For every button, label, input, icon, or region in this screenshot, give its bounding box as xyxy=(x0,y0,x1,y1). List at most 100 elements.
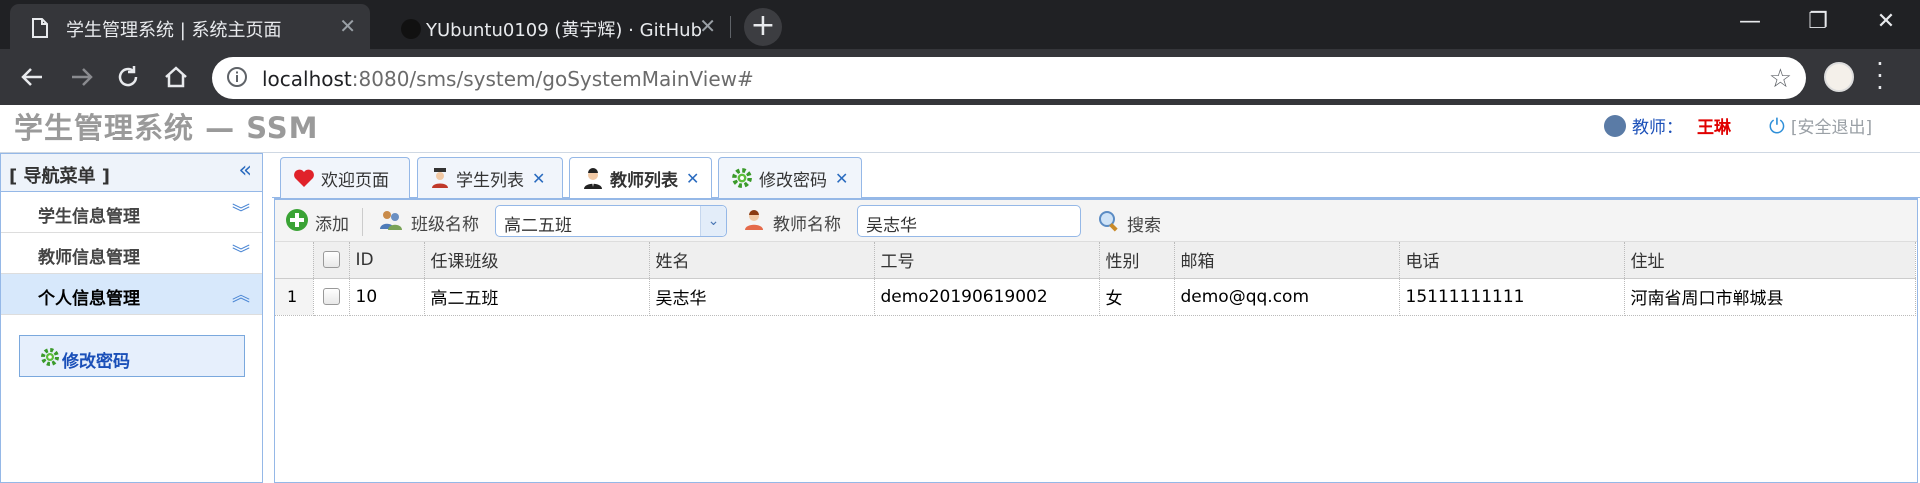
add-icon xyxy=(285,208,309,237)
column-header-job-no[interactable]: 工号 xyxy=(874,242,1100,279)
cell-class: 高二五班 xyxy=(424,278,650,316)
user-icon xyxy=(1604,114,1626,137)
row-checkbox-cell xyxy=(313,278,350,316)
tab-label: 欢迎页面 xyxy=(321,170,389,191)
user-area: 教师： 王琳 ⏻ [安全退出] xyxy=(1604,113,1872,138)
search-button[interactable]: 搜索 xyxy=(1097,209,1161,238)
home-button[interactable] xyxy=(160,61,192,93)
table-row[interactable]: 1 10 高二五班 吴志华 demo20190619002 女 demo@qq.… xyxy=(275,278,1916,316)
browser-tab-strip: 学生管理系统 | 系统主页面 ✕ YUbuntu0109 (黄宇辉) · Git… xyxy=(0,0,1920,49)
app-header: 学生管理系统 — SSM 教师： 王琳 ⏻ [安全退出] xyxy=(0,105,1920,153)
column-header-email[interactable]: 邮箱 xyxy=(1174,242,1400,279)
new-tab-button[interactable]: + xyxy=(744,8,782,46)
column-header-name[interactable]: 姓名 xyxy=(649,242,875,279)
close-icon[interactable]: ✕ xyxy=(532,169,545,188)
app-title: 学生管理系统 — SSM xyxy=(14,111,319,145)
column-header-id[interactable]: ID xyxy=(349,242,425,279)
sidebar-item-label: 学生信息管理 xyxy=(38,207,140,227)
sidebar-item-label: 教师信息管理 xyxy=(38,248,140,268)
column-header-class[interactable]: 任课班级 xyxy=(424,242,650,279)
profile-avatar[interactable] xyxy=(1824,62,1854,92)
sidebar-subitem-label: 修改密码 xyxy=(62,352,130,372)
logout-label: [安全退出] xyxy=(1790,118,1873,138)
select-all-checkbox-cell xyxy=(313,242,350,279)
window-close-button[interactable]: ✕ xyxy=(1852,0,1920,44)
teacher-datagrid: 添加 班级名称 高二五班 ⌄ 教师名称 吴志华 搜索 ID 任课班级 姓名 工号… xyxy=(274,198,1918,483)
cell-phone: 15111111111 xyxy=(1399,278,1625,316)
browser-tab-title: YUbuntu0109 (黄宇辉) · GitHub xyxy=(426,20,702,41)
chevron-double-up-icon: ︽ xyxy=(232,285,250,306)
restore-button[interactable]: ❐ xyxy=(1784,0,1852,44)
cell-address: 河南省周口市郸城县 xyxy=(1624,278,1916,316)
teacher-name-value: 吴志华 xyxy=(866,216,917,236)
tab-separator xyxy=(730,16,731,38)
close-icon[interactable]: ✕ xyxy=(699,14,716,38)
gear-icon xyxy=(731,167,753,189)
gear-icon xyxy=(40,347,60,371)
tab-label: 修改密码 xyxy=(759,170,827,191)
tab-label: 教师列表 xyxy=(610,171,678,191)
cell-name: 吴志华 xyxy=(649,278,875,316)
sidebar-item-student-info[interactable]: 学生信息管理 ︾ xyxy=(1,192,262,233)
sidebar-header: [ 导航菜单 ] « xyxy=(1,154,262,192)
row-checkbox[interactable] xyxy=(322,288,340,305)
browser-tab-active[interactable]: 学生管理系统 | 系统主页面 ✕ xyxy=(10,4,370,49)
logout-link[interactable]: ⏻ [安全退出] xyxy=(1769,113,1873,139)
select-all-checkbox[interactable] xyxy=(322,251,340,269)
add-label: 添加 xyxy=(315,215,349,235)
sidebar-item-teacher-info[interactable]: 教师信息管理 ︾ xyxy=(1,233,262,274)
browser-tab-title: 学生管理系统 | 系统主页面 xyxy=(66,20,282,41)
teacher-icon xyxy=(582,167,604,190)
browser-tab-github[interactable]: YUbuntu0109 (黄宇辉) · GitHub ✕ xyxy=(378,4,730,49)
close-icon[interactable]: ✕ xyxy=(339,14,356,38)
minimize-button[interactable]: — xyxy=(1716,0,1784,44)
github-icon xyxy=(400,18,422,44)
class-select-value: 高二五班 xyxy=(504,216,572,236)
tab-teacher-list[interactable]: 教师列表 ✕ xyxy=(569,157,712,199)
back-button[interactable] xyxy=(16,61,48,93)
group-icon xyxy=(379,209,403,236)
teacher-user-icon xyxy=(743,209,765,236)
url-text: localhost:8080/sms/system/goSystemMainVi… xyxy=(262,67,754,91)
nav-sidebar: [ 导航菜单 ] « 学生信息管理 ︾ 教师信息管理 ︾ 个人信息管理 ︽ 修改… xyxy=(0,153,263,483)
reload-button[interactable] xyxy=(112,61,144,93)
main-panel: 欢迎页面 学生列表 ✕ 教师列表 ✕ 修改密码 ✕ 添加 班级名称 高二五班 ⌄… xyxy=(272,153,1920,483)
page-icon xyxy=(32,18,48,42)
sidebar-item-label: 个人信息管理 xyxy=(38,289,140,309)
class-select[interactable]: 高二五班 ⌄ xyxy=(495,205,727,237)
table-header-row: ID 任课班级 姓名 工号 性别 邮箱 电话 住址 xyxy=(275,242,1916,279)
power-icon: ⏻ xyxy=(1769,113,1785,138)
close-icon[interactable]: ✕ xyxy=(686,169,699,188)
forward-button[interactable] xyxy=(66,61,98,93)
home-icon xyxy=(165,66,187,88)
menu-kebab-icon[interactable]: · · · xyxy=(1874,52,1886,100)
chevron-double-down-icon: ︾ xyxy=(232,203,250,224)
browser-toolbar: localhost:8080/sms/system/goSystemMainVi… xyxy=(0,49,1920,105)
info-icon[interactable] xyxy=(226,66,248,92)
teacher-name-label: 教师名称 xyxy=(743,209,841,236)
add-button[interactable]: 添加 xyxy=(285,208,349,237)
search-label: 搜索 xyxy=(1127,216,1161,236)
sidebar-item-personal-info[interactable]: 个人信息管理 ︽ xyxy=(1,274,262,315)
search-icon xyxy=(1097,209,1121,238)
bookmark-star-icon[interactable]: ☆ xyxy=(1769,64,1792,94)
sidebar-subitem-change-password[interactable]: 修改密码 xyxy=(19,335,245,377)
collapse-left-icon[interactable]: « xyxy=(239,158,252,183)
teacher-name-input[interactable]: 吴志华 xyxy=(857,205,1081,237)
cell-job-no: demo20190619002 xyxy=(874,278,1100,316)
cell-id: 10 xyxy=(349,278,425,316)
teacher-table: ID 任课班级 姓名 工号 性别 邮箱 电话 住址 1 10 高二五班 吴志华 xyxy=(275,242,1916,316)
chevron-down-icon[interactable]: ⌄ xyxy=(700,206,726,236)
content-tabs: 欢迎页面 学生列表 ✕ 教师列表 ✕ 修改密码 ✕ xyxy=(272,153,1920,199)
row-number: 1 xyxy=(275,278,314,316)
column-header-address[interactable]: 住址 xyxy=(1624,242,1916,279)
column-header-phone[interactable]: 电话 xyxy=(1399,242,1625,279)
tab-welcome[interactable]: 欢迎页面 xyxy=(280,157,410,198)
chevron-double-down-icon: ︾ xyxy=(232,244,250,265)
tab-change-password[interactable]: 修改密码 ✕ xyxy=(718,157,862,198)
tab-student-list[interactable]: 学生列表 ✕ xyxy=(417,157,563,198)
address-bar[interactable]: localhost:8080/sms/system/goSystemMainVi… xyxy=(212,57,1806,99)
column-header-gender[interactable]: 性别 xyxy=(1099,242,1175,279)
close-icon[interactable]: ✕ xyxy=(835,169,848,188)
role-label: 教师： xyxy=(1632,118,1683,138)
